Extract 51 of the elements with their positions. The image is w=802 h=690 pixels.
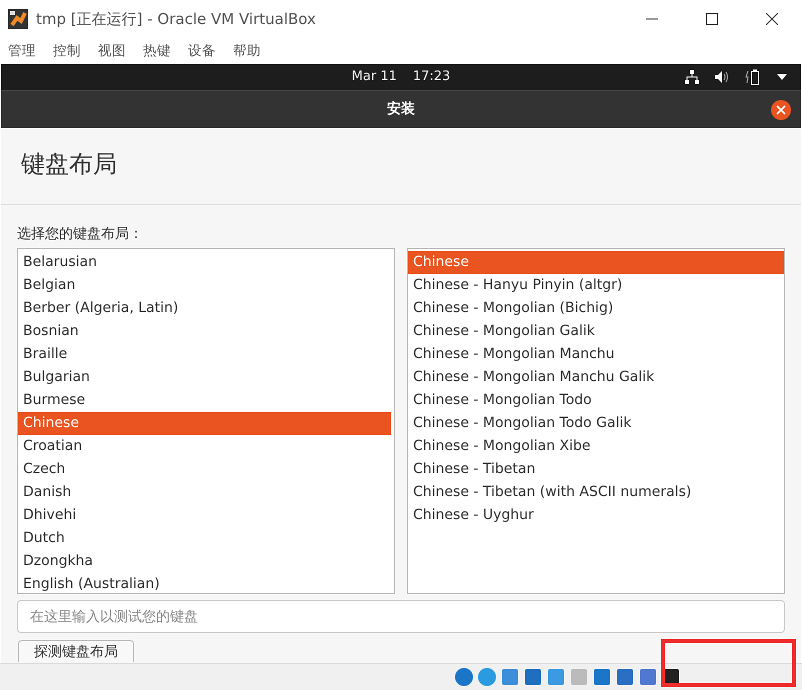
input-field[interactable]: 在这里输入以测试您的键盘 [17, 600, 785, 633]
close-icon [776, 105, 786, 115]
variant-item[interactable]: Chinese - Mongolian (Bichig) [408, 297, 784, 320]
layout-item[interactable]: Dhivehi [18, 504, 391, 527]
layout-item[interactable]: English (Australian) [18, 573, 391, 593]
variant-item[interactable]: Chinese - Mongolian Manchu Galik [408, 366, 784, 389]
volume-icon[interactable] [715, 70, 729, 84]
layout-item[interactable]: Chinese [18, 412, 391, 435]
layout-item[interactable]: Belarusian [18, 251, 391, 274]
page-heading: 键盘布局 [1, 128, 801, 205]
layout-item[interactable]: Dzongkha [18, 550, 391, 573]
layout-item[interactable]: Braille [18, 343, 391, 366]
variant-item[interactable]: Chinese - Hanyu Pinyin (altgr) [408, 274, 784, 297]
menu-item[interactable]: 视图 [98, 40, 126, 62]
disk-icon[interactable] [454, 667, 474, 687]
menu-item[interactable]: 热键 [143, 40, 171, 62]
optical-disc-icon[interactable] [477, 667, 497, 687]
layout-item[interactable]: Bulgarian [18, 366, 391, 389]
variant-item[interactable]: Chinese - Mongolian Manchu [408, 343, 784, 366]
layout-item[interactable]: Belgian [18, 274, 391, 297]
variant-item[interactable]: Chinese - Tibetan (with ASCII numerals) [408, 481, 784, 504]
variant-item[interactable]: Chinese [408, 251, 784, 274]
battery-icon[interactable] [745, 69, 761, 85]
close-button[interactable] [771, 100, 791, 120]
detect-layout-button[interactable]: 探测键盘布局 [18, 640, 134, 662]
caret-icon[interactable] [777, 74, 787, 80]
panel-date: Mar 11 [352, 68, 397, 86]
variant-item[interactable]: Chinese - Mongolian Xibe [408, 435, 784, 458]
layout-item[interactable]: Czech [18, 458, 391, 481]
layout-item[interactable]: Bosnian [18, 320, 391, 343]
panel-clock: 17:23 [412, 68, 450, 86]
dialog-title: 安装 [387, 100, 415, 119]
layout-item[interactable]: Berber (Algeria, Latin) [18, 297, 391, 320]
variant-item[interactable]: Chinese - Mongolian Todo Galik [408, 412, 784, 435]
window-title: tmp [正在运行] - Oracle VM VirtualBox [36, 8, 317, 30]
layout-prompt: 选择您的键盘布局： [17, 226, 143, 242]
maximize-icon [706, 13, 718, 25]
variant-item[interactable]: Chinese - Tibetan [408, 458, 784, 481]
variant-item[interactable]: Chinese - Mongolian Todo [408, 389, 784, 412]
variant-item[interactable]: Chinese - Uyghur [408, 504, 784, 527]
app-logo-icon [8, 9, 28, 29]
layout-item[interactable]: Croatian [18, 435, 391, 458]
menu-item[interactable]: 控制 [53, 40, 81, 62]
variant-item[interactable]: Chinese - Mongolian Galik [408, 320, 784, 343]
layout-item[interactable]: Danish [18, 481, 391, 504]
close-icon [766, 13, 778, 25]
menu-item[interactable]: 帮助 [233, 40, 261, 62]
layout-item[interactable]: Burmese [18, 389, 391, 412]
layout-item[interactable]: Dutch [18, 527, 391, 550]
menu-item[interactable]: 设备 [188, 40, 216, 62]
menu-item[interactable]: 管理 [8, 40, 36, 62]
